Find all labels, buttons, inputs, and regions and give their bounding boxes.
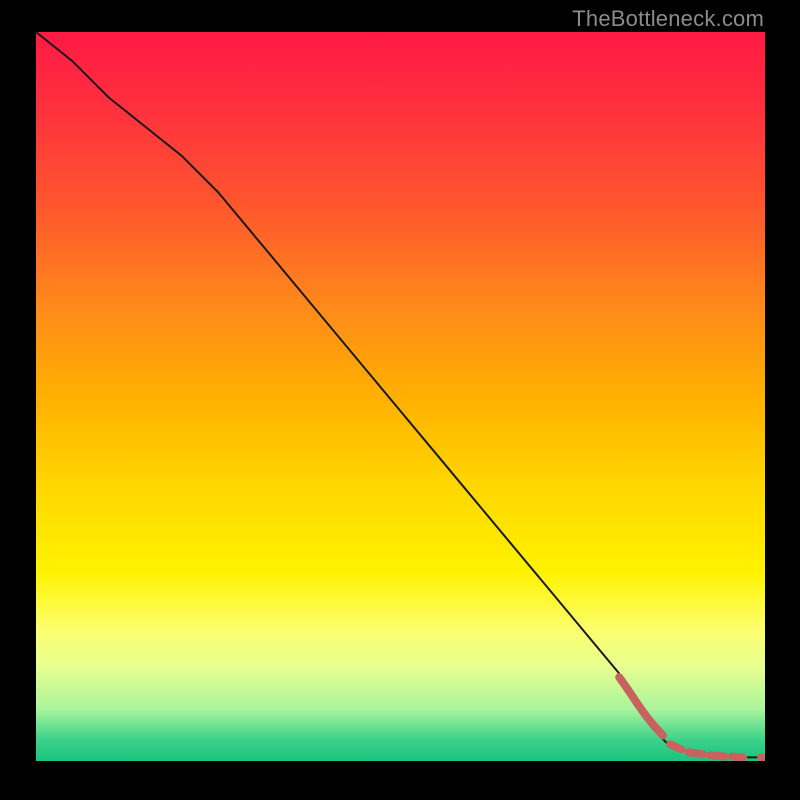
marker-dots [757, 753, 765, 761]
plot-area [36, 32, 765, 761]
marker-dashes [619, 677, 743, 757]
marker-dash [670, 744, 681, 749]
watermark-text: TheBottleneck.com [572, 6, 764, 32]
plot-overlay [36, 32, 765, 761]
marker-dot [757, 753, 765, 761]
marker-dash [710, 755, 725, 756]
marker-dash [654, 726, 663, 735]
bottleneck-curve-line [36, 32, 765, 757]
chart-frame: TheBottleneck.com [0, 0, 800, 800]
marker-dash [732, 757, 743, 758]
marker-dash [688, 752, 703, 754]
